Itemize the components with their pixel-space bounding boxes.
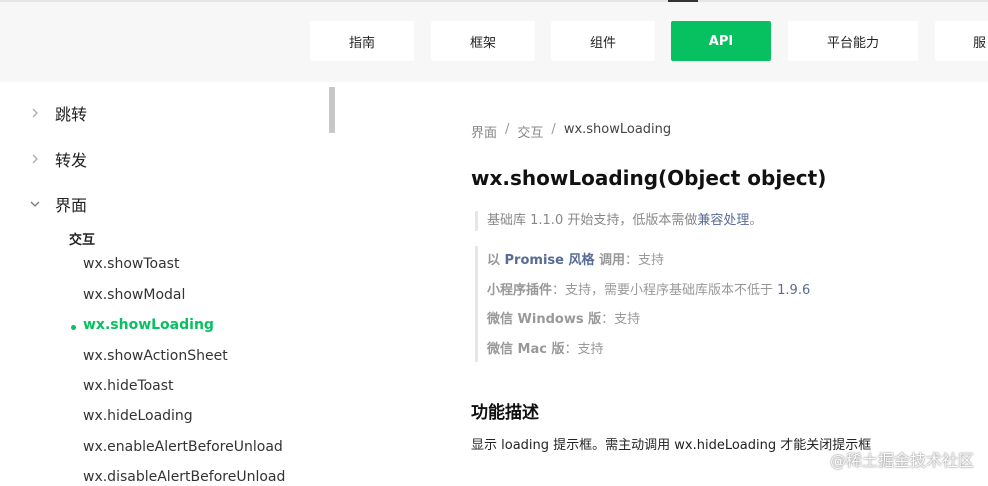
nav-tab-service[interactable]: 服 (935, 21, 988, 61)
support-suffix: 。 (749, 213, 763, 228)
sidebar: 跳转 转发 界面 交互 wx.showToast wx.showModal wx… (0, 82, 336, 486)
sidebar-subheading-interaction: 交互 (69, 233, 96, 248)
nav-tab-framework[interactable]: 框架 (431, 21, 535, 61)
promise-value: ：支持 (625, 253, 665, 268)
promise-style-link[interactable]: Promise 风格 (505, 253, 595, 268)
section-title-description: 功能描述 (471, 403, 539, 423)
page-title: wx.showLoading(Object object) (471, 166, 827, 190)
compat-promise: 以 Promise 风格 调用：支持 (487, 246, 875, 276)
sidebar-item-disable-alert-before-unload[interactable]: wx.disableAlertBeforeUnload (83, 469, 285, 485)
active-dot-icon (71, 325, 76, 330)
sidebar-item-hide-loading[interactable]: wx.hideLoading (83, 408, 193, 424)
sidebar-group-label: 转发 (55, 151, 88, 170)
windows-value: ：支持 (601, 312, 641, 327)
nav-tab-guide[interactable]: 指南 (310, 21, 414, 61)
nav-tab-platform[interactable]: 平台能力 (788, 21, 918, 61)
support-note: 基础库 1.1.0 开始支持，低版本需做兼容处理。 (475, 211, 762, 231)
chevron-down-icon (30, 199, 40, 209)
active-edge-marker (668, 0, 698, 2)
sidebar-group-label: 界面 (55, 196, 88, 215)
nav-tab-api[interactable]: API (671, 21, 771, 61)
breadcrumb-separator: / (551, 122, 556, 137)
sidebar-item-show-action-sheet[interactable]: wx.showActionSheet (83, 348, 228, 364)
windows-label: 微信 Windows 版 (487, 312, 602, 327)
compat-windows: 微信 Windows 版：支持 (487, 305, 875, 335)
sidebar-item-enable-alert-before-unload[interactable]: wx.enableAlertBeforeUnload (83, 439, 283, 455)
plugin-version: 1.9.6 (777, 282, 811, 298)
sidebar-group-share[interactable]: 转发 (30, 145, 87, 173)
plugin-label: 小程序插件 (487, 282, 553, 298)
sidebar-group-navigate[interactable]: 跳转 (30, 99, 87, 127)
breadcrumb-current: wx.showLoading (563, 122, 672, 137)
compat-mac: 微信 Mac 版：支持 (487, 335, 875, 365)
top-nav: 指南 框架 组件 API 平台能力 服 (0, 0, 988, 82)
promise-prefix: 以 (487, 253, 505, 268)
compat-block: 以 Promise 风格 调用：支持 小程序插件：支持，需要小程序基础库版本不低… (475, 246, 875, 362)
sidebar-scrollbar[interactable] (329, 87, 335, 133)
breadcrumb: 界面 / 交互 / wx.showLoading (471, 122, 671, 141)
compat-link[interactable]: 兼容处理 (697, 213, 749, 228)
top-edge-divider (0, 0, 988, 2)
chevron-right-icon (30, 154, 40, 164)
support-prefix: 基础库 1.1.0 开始支持，低版本需做 (487, 213, 698, 228)
sidebar-group-label: 跳转 (55, 105, 88, 124)
breadcrumb-interaction[interactable]: 交互 (517, 122, 543, 141)
description-text: 显示 loading 提示框。需主动调用 wx.hideLoading 才能关闭… (471, 438, 872, 453)
sidebar-item-show-modal[interactable]: wx.showModal (83, 287, 185, 303)
mac-value: ：支持 (564, 341, 604, 357)
breadcrumb-ui[interactable]: 界面 (471, 122, 497, 141)
mac-label: 微信 Mac 版 (487, 341, 565, 357)
chevron-right-icon (30, 108, 40, 118)
sidebar-item-show-toast[interactable]: wx.showToast (83, 256, 179, 272)
main-content: 界面 / 交互 / wx.showLoading wx.showLoading(… (471, 82, 988, 486)
watermark: @稀土掘金技术社区 (829, 451, 974, 470)
plugin-value: ：支持，需要小程序基础库版本不低于 (552, 282, 778, 298)
breadcrumb-separator: / (505, 122, 510, 137)
nav-tab-components[interactable]: 组件 (551, 21, 655, 61)
sidebar-item-hide-toast[interactable]: wx.hideToast (83, 378, 174, 394)
compat-plugin: 小程序插件：支持，需要小程序基础库版本不低于 1.9.6 (487, 276, 875, 306)
sidebar-item-show-loading[interactable]: wx.showLoading (83, 317, 214, 333)
sidebar-group-ui[interactable]: 界面 (30, 190, 87, 218)
promise-suffix: 调用 (594, 253, 626, 268)
